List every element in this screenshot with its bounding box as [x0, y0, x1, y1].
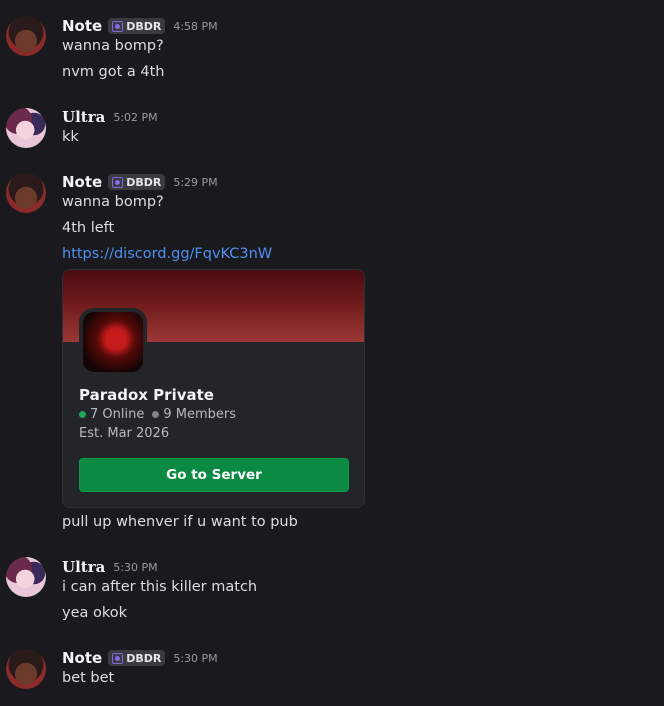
message-text: 4th left [62, 220, 115, 236]
server-invite-card: Paradox Private 7 Online 9 Members Est. … [62, 269, 365, 508]
guild-tag-label: DBDR [126, 175, 162, 189]
username[interactable]: Note [62, 173, 102, 191]
message-text: wanna bomp? [62, 38, 164, 54]
message-header: Ultra 5:02 PM [62, 107, 158, 127]
avatar[interactable] [6, 557, 46, 597]
go-to-server-button[interactable]: Go to Server [79, 458, 349, 492]
message-text: wanna bomp? [62, 194, 164, 210]
server-icon-image [83, 312, 143, 372]
guild-tag-icon [112, 20, 124, 32]
avatar[interactable] [6, 16, 46, 56]
server-established: Est. Mar 2026 [79, 426, 170, 441]
username[interactable]: Ultra [62, 108, 105, 126]
guild-tag-icon [112, 176, 124, 188]
message-header: Note DBDR 5:29 PM [62, 172, 218, 192]
guild-tag[interactable]: DBDR [108, 18, 166, 34]
timestamp: 5:30 PM [113, 560, 158, 574]
avatar[interactable] [6, 108, 46, 148]
invite-link[interactable]: https://discord.gg/FqvKC3nW [62, 246, 272, 262]
avatar[interactable] [6, 173, 46, 213]
server-stats: 7 Online 9 Members [79, 407, 236, 422]
guild-tag[interactable]: DBDR [108, 650, 166, 666]
username[interactable]: Ultra [62, 558, 105, 576]
message-text: i can after this killer match [62, 579, 258, 595]
guild-tag-label: DBDR [126, 19, 162, 33]
message-text: bet bet [62, 670, 115, 686]
message-header: Ultra 5:30 PM [62, 557, 158, 577]
guild-tag[interactable]: DBDR [108, 174, 166, 190]
members-dot-icon [152, 411, 160, 418]
online-dot-icon [79, 411, 86, 418]
timestamp: 5:29 PM [173, 175, 218, 189]
message-text: yea okok [62, 605, 128, 621]
timestamp: 5:30 PM [173, 651, 218, 665]
server-name[interactable]: Paradox Private [79, 386, 214, 404]
avatar[interactable] [6, 649, 46, 689]
guild-tag-label: DBDR [126, 651, 162, 665]
guild-tag-icon [112, 652, 124, 664]
server-icon[interactable] [79, 308, 147, 376]
timestamp: 4:58 PM [173, 19, 218, 33]
message-text: nvm got a 4th [62, 64, 165, 80]
message-header: Note DBDR 5:30 PM [62, 648, 218, 668]
timestamp: 5:02 PM [113, 110, 158, 124]
username[interactable]: Note [62, 17, 102, 35]
username[interactable]: Note [62, 649, 102, 667]
member-count: 9 Members [163, 407, 236, 422]
message-text: pull up whenver if u want to pub [62, 514, 298, 530]
message-header: Note DBDR 4:58 PM [62, 16, 218, 36]
message-text: kk [62, 129, 79, 145]
online-count: 7 Online [90, 407, 145, 422]
